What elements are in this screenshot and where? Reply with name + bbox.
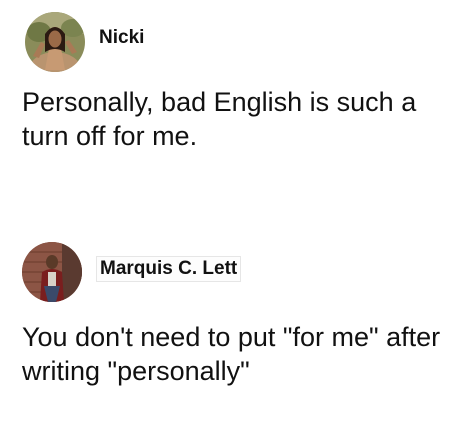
user-photo-icon	[25, 12, 85, 72]
post-text: You don't need to put "for me" after wri…	[22, 322, 441, 386]
post-marquis: Marquis C. Lett You don't need to put "f…	[0, 232, 474, 431]
username[interactable]: Nicki	[99, 27, 144, 49]
username[interactable]: Marquis C. Lett	[96, 256, 242, 282]
post-nicki: Nicki Personally, bad English is such a …	[0, 0, 474, 200]
post-text: Personally, bad English is such a turn o…	[22, 87, 417, 151]
user-photo-icon	[22, 242, 82, 302]
avatar[interactable]	[25, 12, 85, 72]
avatar[interactable]	[22, 242, 82, 302]
